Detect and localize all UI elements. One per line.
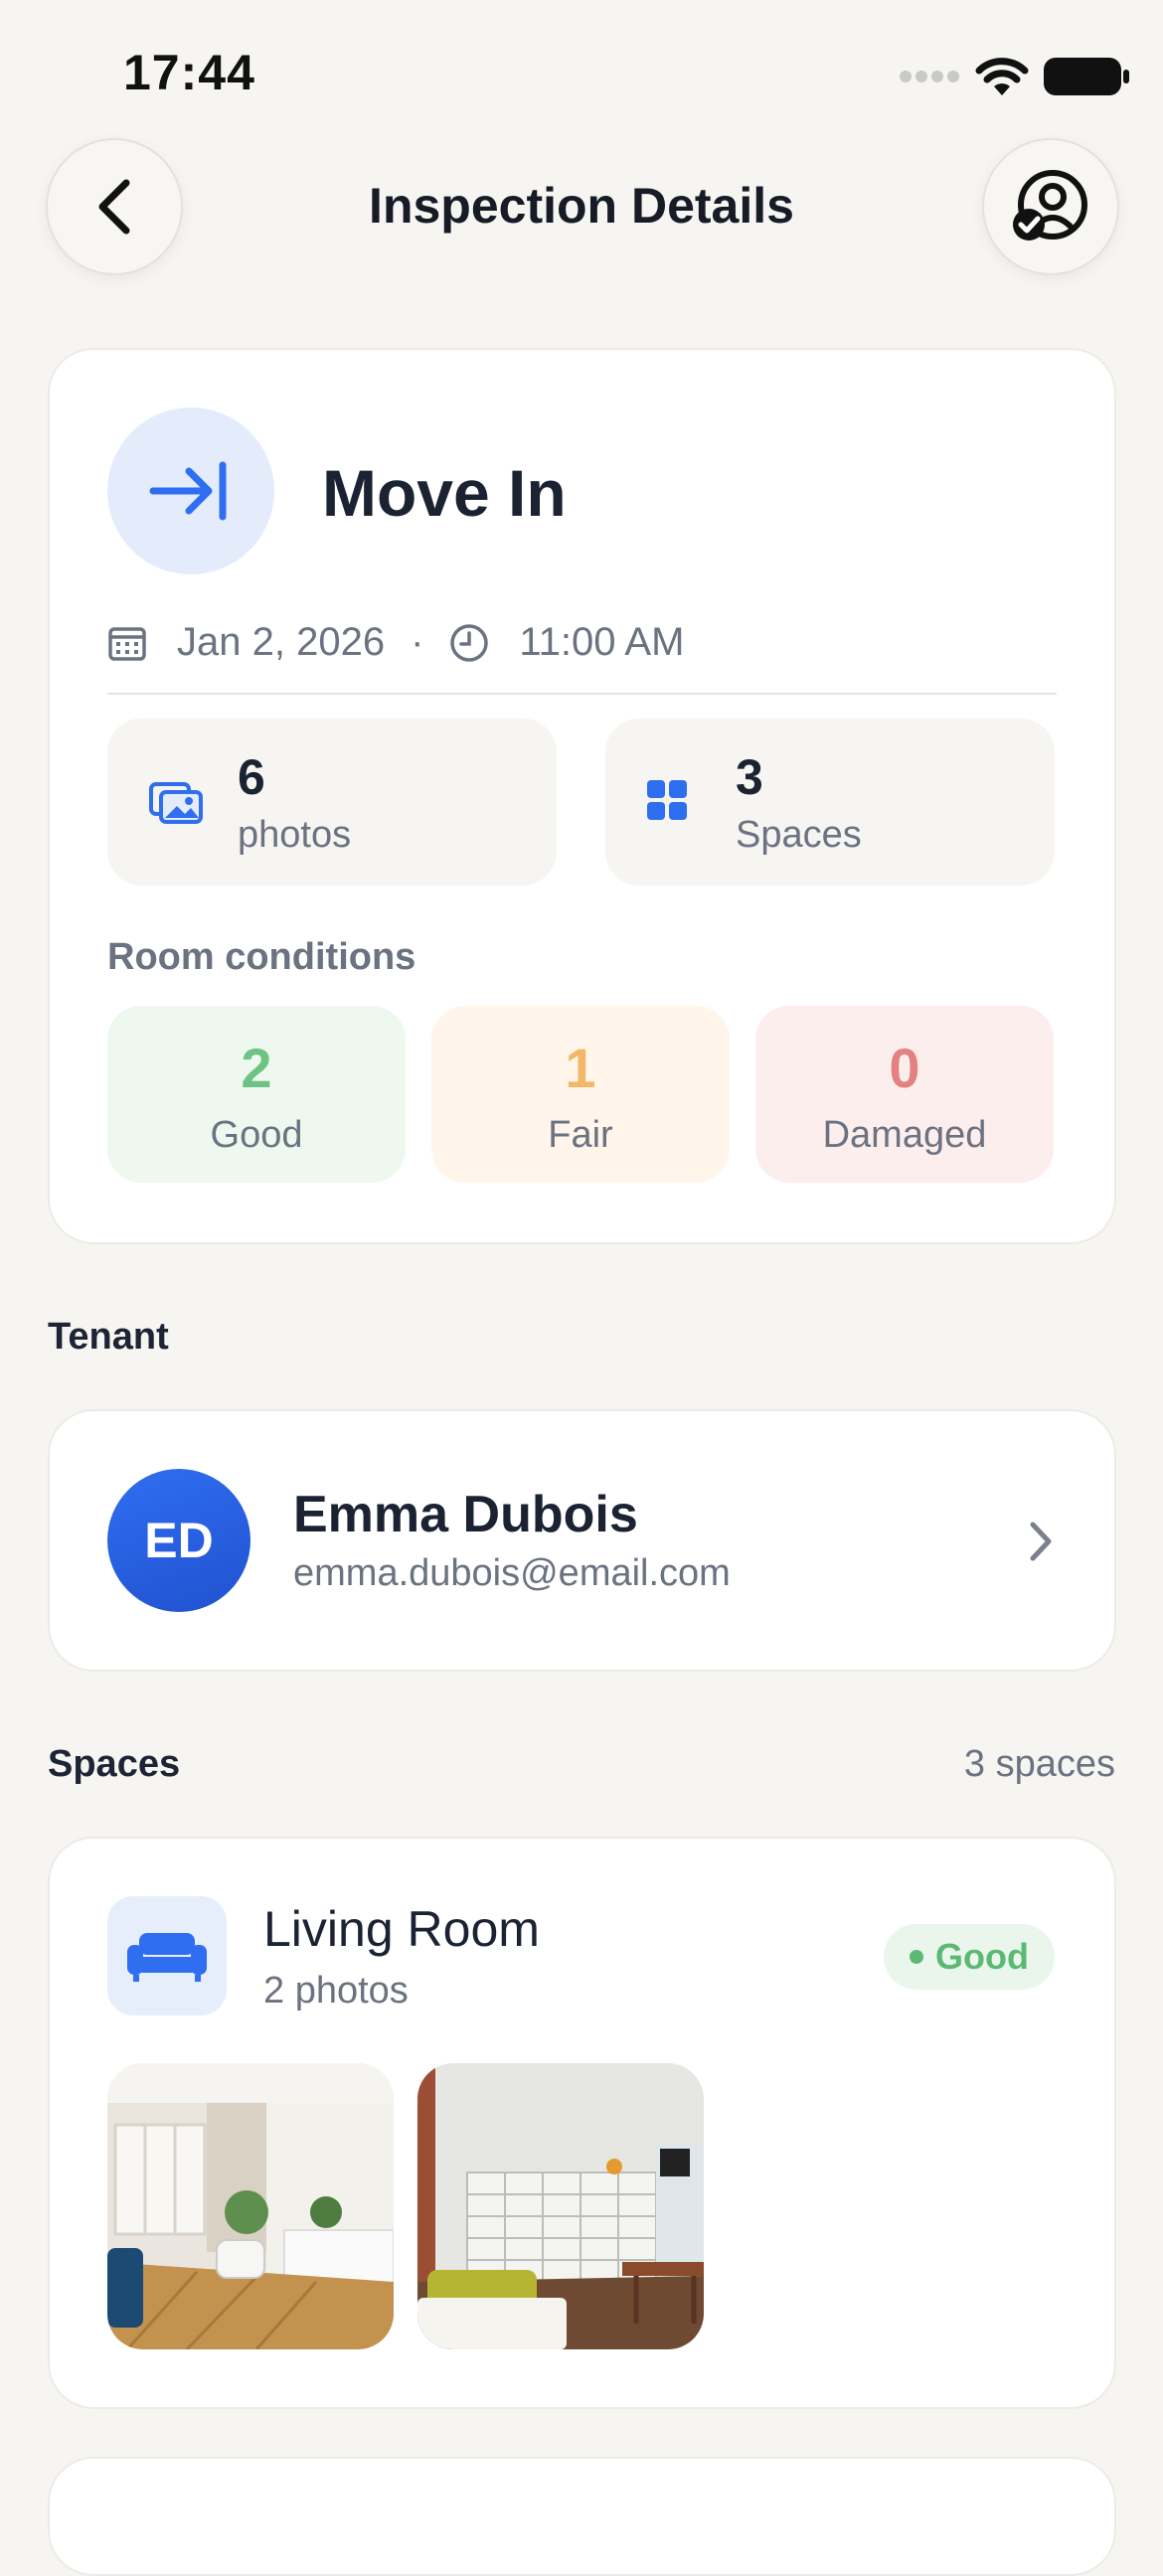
status-badge: Good (884, 1924, 1055, 1990)
tenant-email: emma.dubois@email.com (293, 1552, 731, 1594)
spaces-count-label: 3 spaces (963, 1743, 1115, 1785)
spaces-section-label: Spaces (48, 1743, 181, 1785)
condition-fair: 1 Fair (431, 1006, 730, 1183)
condition-damaged: 0 Damaged (755, 1006, 1054, 1183)
photo-thumbnail[interactable] (107, 2063, 394, 2349)
photos-label: photos (238, 814, 352, 856)
inspection-date: Jan 2, 2026 (177, 620, 386, 664)
signal-icon (900, 71, 959, 82)
space-card[interactable] (48, 2457, 1116, 2576)
condition-good-label: Good (210, 1114, 303, 1156)
tenant-section-label: Tenant (48, 1316, 169, 1358)
grid-icon (647, 780, 687, 820)
space-icon-badge (107, 1896, 227, 2015)
photos-stat: 6 photos (107, 719, 557, 886)
status-badge-label: Good (935, 1936, 1029, 1977)
inspection-time: 11:00 AM (519, 620, 685, 664)
user-check-icon (1013, 170, 1087, 241)
condition-good-count: 2 (241, 1037, 272, 1099)
condition-damaged-count: 0 (889, 1037, 920, 1099)
space-photos-label: 2 photos (263, 1970, 409, 2012)
avatar: ED (107, 1469, 250, 1612)
battery-icon (1044, 58, 1129, 95)
calendar-icon (108, 626, 146, 661)
clock-icon (450, 623, 489, 662)
inspection-datetime: Jan 2, 2026 · 11:00 AM (107, 620, 684, 665)
condition-fair-label: Fair (548, 1114, 613, 1156)
spaces-count: 3 (736, 749, 763, 805)
photo-thumbnail[interactable] (417, 2063, 704, 2349)
spaces-stat: 3 Spaces (605, 719, 1055, 886)
photos-count: 6 (238, 749, 265, 805)
space-name: Living Room (263, 1901, 540, 1957)
sofa-icon (127, 1933, 207, 1982)
wifi-icon (975, 58, 1029, 95)
photos-icon (149, 782, 203, 824)
profile-button[interactable] (982, 138, 1119, 275)
condition-fair-count: 1 (565, 1037, 596, 1099)
tenant-name: Emma Dubois (293, 1486, 638, 1543)
chevron-right-icon (1030, 1522, 1052, 1561)
condition-damaged-label: Damaged (822, 1114, 987, 1156)
meta-separator: · (411, 620, 424, 664)
move-in-icon (149, 461, 227, 521)
spaces-label: Spaces (736, 814, 862, 856)
condition-good: 2 Good (107, 1006, 406, 1183)
status-time: 17:44 (123, 45, 255, 100)
move-in-badge (107, 407, 274, 574)
inspection-type: Move In (322, 456, 567, 530)
room-conditions-label: Room conditions (107, 936, 416, 978)
status-dot (910, 1950, 923, 1964)
status-icons (899, 52, 1129, 101)
divider (107, 693, 1057, 695)
